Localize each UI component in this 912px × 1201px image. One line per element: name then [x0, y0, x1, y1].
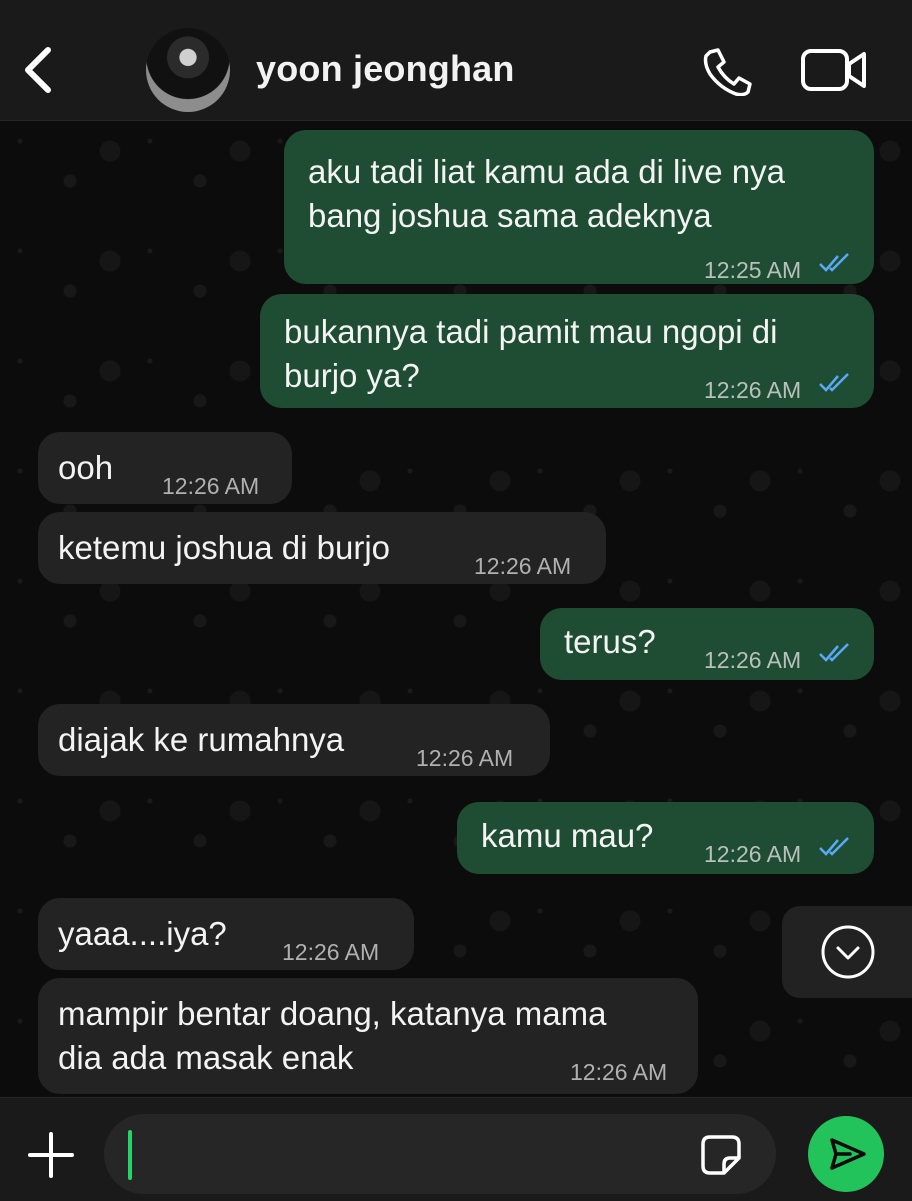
message-input[interactable]	[104, 1114, 776, 1194]
message-text-line: burjo ya?	[284, 357, 420, 394]
scroll-to-bottom-button[interactable]	[782, 906, 912, 998]
chevron-down-icon	[821, 925, 875, 979]
message-time: 12:26 AM	[282, 939, 380, 965]
message-time: 12:26 AM	[416, 745, 514, 771]
message-text-line: kamu mau?	[481, 817, 654, 854]
sticker-icon	[701, 1135, 741, 1175]
message-text-line: bang joshua sama adeknya	[308, 197, 712, 234]
chat-header: yoon jeonghan	[0, 0, 912, 121]
message-time: 12:26 AM	[570, 1059, 668, 1085]
attach-button[interactable]	[26, 1130, 76, 1180]
message-time: 12:26 AM	[704, 841, 802, 867]
back-button[interactable]	[18, 44, 62, 96]
read-ticks-icon	[819, 837, 849, 856]
voice-call-button[interactable]	[700, 46, 754, 97]
message-text-line: terus?	[564, 623, 656, 660]
incoming-message[interactable]: yaaa....iya? 12:26 AM	[38, 898, 414, 970]
chat-area[interactable]: aku tadi liat kamu ada di live nya bang …	[0, 121, 912, 1097]
outgoing-message[interactable]: terus? 12:26 AM	[540, 608, 874, 680]
text-caret	[128, 1130, 132, 1180]
read-ticks-icon	[819, 373, 849, 392]
message-composer	[0, 1097, 912, 1201]
read-ticks-icon	[819, 253, 849, 272]
incoming-message[interactable]: ooh 12:26 AM	[38, 432, 292, 504]
incoming-message[interactable]: mampir bentar doang, katanya mama dia ad…	[38, 978, 698, 1094]
video-camera-icon	[801, 49, 866, 91]
sticker-button[interactable]	[700, 1134, 742, 1176]
message-text-line: bukannya tadi pamit mau ngopi di	[284, 313, 778, 350]
incoming-message[interactable]: ketemu joshua di burjo 12:26 AM	[38, 512, 606, 584]
message-text-line: diajak ke rumahnya	[58, 721, 345, 758]
message-text-line: ketemu joshua di burjo	[58, 529, 391, 566]
message-time: 12:26 AM	[704, 377, 802, 403]
video-call-button[interactable]	[800, 48, 868, 92]
message-text-line: aku tadi liat kamu ada di live nya	[308, 153, 785, 190]
send-button[interactable]	[808, 1116, 884, 1192]
plus-icon	[28, 1132, 74, 1178]
outgoing-message[interactable]: bukannya tadi pamit mau ngopi di burjo y…	[260, 294, 874, 408]
phone-icon	[703, 48, 752, 97]
send-icon	[830, 1138, 866, 1170]
back-chevron-icon	[25, 47, 51, 93]
contact-name[interactable]: yoon jeonghan	[256, 48, 515, 90]
message-time: 12:26 AM	[474, 553, 572, 579]
message-text-line: dia ada masak enak	[58, 1039, 354, 1076]
message-text-line: mampir bentar doang, katanya mama	[58, 995, 607, 1032]
outgoing-message[interactable]: kamu mau? 12:26 AM	[457, 802, 874, 874]
outgoing-message[interactable]: aku tadi liat kamu ada di live nya bang …	[284, 130, 874, 284]
read-ticks-icon	[819, 643, 849, 662]
message-time: 12:26 AM	[704, 647, 802, 673]
message-time: 12:26 AM	[162, 473, 260, 499]
message-text-line: yaaa....iya?	[58, 915, 227, 952]
avatar[interactable]	[146, 28, 230, 112]
message-text-line: ooh	[58, 449, 114, 486]
message-time: 12:25 AM	[704, 257, 802, 283]
incoming-message[interactable]: diajak ke rumahnya 12:26 AM	[38, 704, 550, 776]
